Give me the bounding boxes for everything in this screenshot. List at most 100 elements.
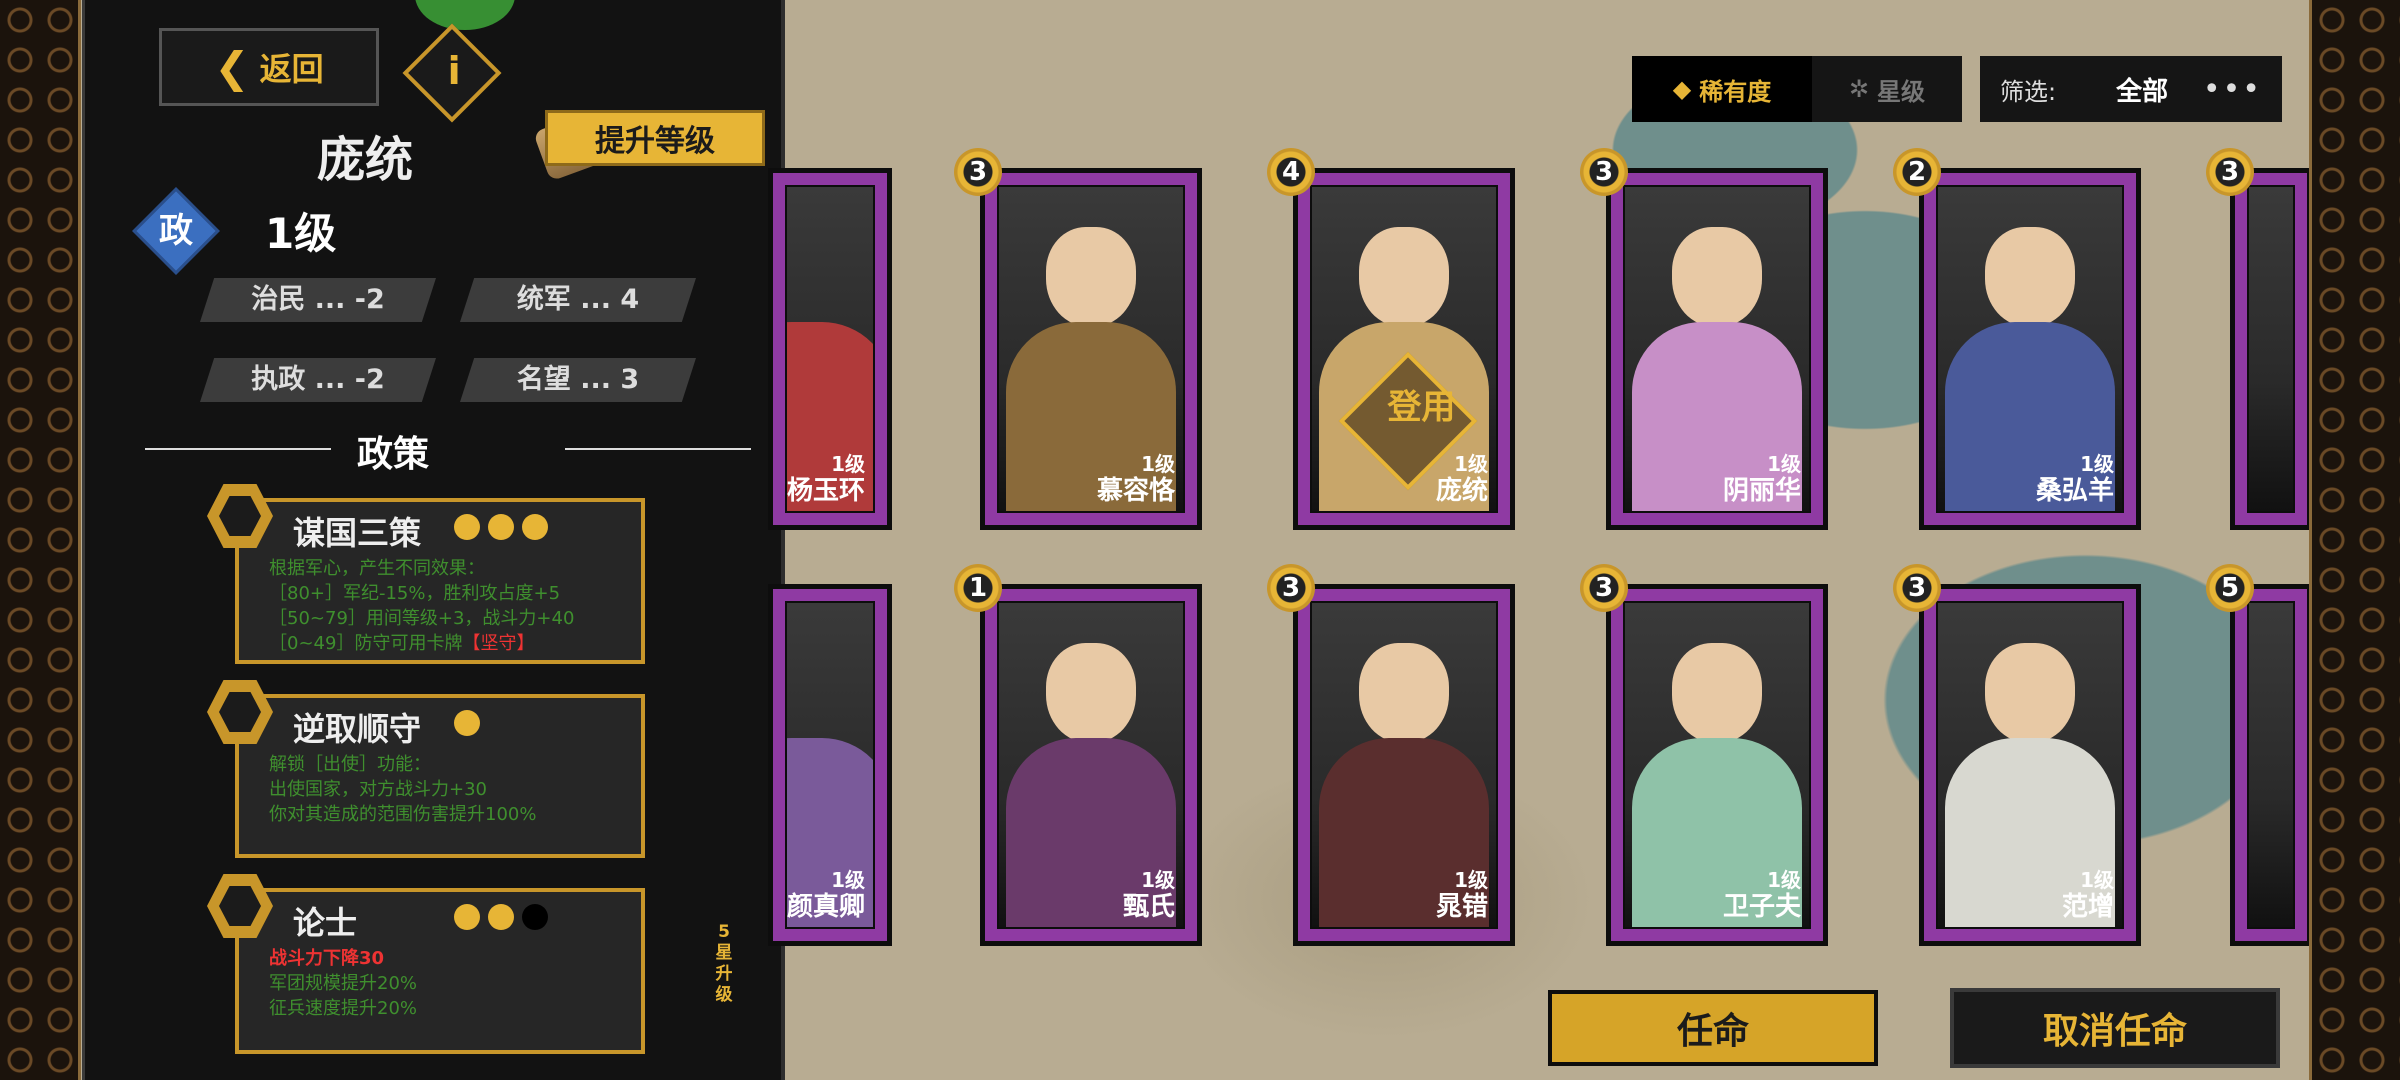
general-card[interactable]: 1级 杨玉环	[768, 168, 892, 530]
back-button[interactable]: ❮ 返回	[159, 28, 379, 106]
policy-card-niqu[interactable]: 逆取顺守 解锁［出使］功能： 出使国家，对方战斗力+30 你对其造成的范围伤害提…	[235, 694, 645, 858]
card-name: 颜真卿	[787, 892, 866, 922]
character-detail-panel: ❮ 返回 i 提升等级 庞统 政 1级 治民 ... -2 统军 ... 4 执…	[82, 0, 785, 1080]
card-portrait: 1级 杨玉环	[785, 185, 875, 513]
policy-desc: 根据军心，产生不同效果：	[269, 558, 485, 579]
stat-mingwang: 名望 ... 3	[460, 358, 696, 402]
sort-star-tab[interactable]: ✲ 星级	[1812, 56, 1962, 122]
policy-desc: 解锁［出使］功能：	[269, 754, 431, 775]
card-name: 杨玉环	[787, 476, 866, 506]
level-dot-empty-icon	[522, 904, 548, 930]
star-upgrade-note: 5星升级	[715, 922, 733, 1005]
portrait-head	[1046, 227, 1136, 327]
portrait-head	[1672, 643, 1762, 743]
role-badge-label: 政	[159, 211, 193, 251]
stat-zhimin: 治民 ... -2	[200, 278, 436, 322]
rarity-badge: 1	[954, 564, 1002, 612]
general-card[interactable]	[2230, 168, 2312, 530]
appoint-button[interactable]: 任命	[1548, 990, 1878, 1066]
more-icon: •••	[2202, 71, 2262, 107]
back-label: 返回	[259, 50, 324, 88]
filter-dropdown[interactable]: 筛选: 全部 •••	[1980, 56, 2282, 122]
portrait-head	[1046, 643, 1136, 743]
policy-desc: 出使国家，对方战斗力+30	[269, 779, 487, 800]
character-name: 庞统	[316, 132, 413, 188]
general-card[interactable]: 1级 范增	[1919, 584, 2141, 946]
rarity-badge: 2	[1893, 148, 1941, 196]
card-portrait: 1级 慕容恪	[997, 185, 1185, 513]
general-card[interactable]: 1级 阴丽华	[1606, 168, 1828, 530]
card-name: 晁错	[1435, 892, 1488, 922]
card-name: 慕容恪	[1096, 476, 1175, 506]
sort-rarity-tab[interactable]: ◆ 稀有度	[1632, 56, 1812, 122]
role-badge: 政	[132, 187, 220, 275]
general-card[interactable]: 1级 卫子夫	[1606, 584, 1828, 946]
rarity-badge: 3	[1893, 564, 1941, 612]
portrait-head	[1985, 227, 2075, 327]
card-portrait	[2247, 601, 2295, 929]
rarity-badge: 3	[954, 148, 1002, 196]
general-card[interactable]: 1级 晁错	[1293, 584, 1515, 946]
level-dot-icon	[522, 514, 548, 540]
level-dot-icon	[488, 514, 514, 540]
level-dot-icon	[454, 710, 480, 736]
rarity-badge: 5	[2206, 564, 2254, 612]
policy-desc: ［80+］军纪-15%，胜利攻占度+5	[269, 583, 561, 604]
decorative-frame-right	[2309, 0, 2400, 1080]
level-dot-icon	[488, 904, 514, 930]
info-button[interactable]: i	[402, 23, 502, 123]
policy-title: 逆取顺守	[293, 710, 422, 748]
portrait-head	[1359, 643, 1449, 743]
diamond-icon: ◆	[1672, 75, 1692, 103]
cancel-appoint-button[interactable]: 取消任命	[1950, 988, 2280, 1068]
general-card[interactable]: 登用 1级 庞统	[1293, 168, 1515, 530]
card-portrait: 1级 卫子夫	[1623, 601, 1811, 929]
stat-tongjun: 统军 ... 4	[460, 278, 696, 322]
general-card[interactable]: 1级 甄氏	[980, 584, 1202, 946]
star-icon: ✲	[1848, 75, 1870, 103]
sort-star-label: 星级	[1877, 77, 1926, 106]
general-card[interactable]: 1级 慕容恪	[980, 168, 1202, 530]
card-portrait	[2247, 185, 2295, 513]
general-card[interactable]: 1级 颜真卿	[768, 584, 892, 946]
policy-card-lunshi[interactable]: 论士 战斗力下降30 军团规模提升20% 征兵速度提升20%	[235, 888, 645, 1054]
portrait-head	[1672, 227, 1762, 327]
policy-level-dots	[454, 514, 548, 540]
card-portrait: 登用 1级 庞统	[1310, 185, 1498, 513]
appoint-label: 任命	[1676, 1011, 1749, 1052]
policy-desc: ［0~49］防守可用卡牌【坚守】	[239, 631, 574, 656]
policy-section-title: 政策	[356, 434, 429, 475]
chevron-left-icon: ❮	[214, 42, 250, 92]
card-name: 桑弘羊	[2035, 476, 2114, 506]
general-card[interactable]	[2230, 584, 2312, 946]
policy-card-mouguo[interactable]: 谋国三策 根据军心，产生不同效果： ［80+］军纪-15%，胜利攻占度+5 ［5…	[235, 498, 645, 664]
policy-desc: ［50~79］用间等级+3，战斗力+40	[269, 608, 575, 629]
appointed-stamp-label: 登用	[1387, 387, 1456, 428]
rarity-badge: 3	[1580, 564, 1628, 612]
level-dot-icon	[454, 514, 480, 540]
card-portrait: 1级 桑弘羊	[1936, 185, 2124, 513]
card-portrait: 1级 范增	[1936, 601, 2124, 929]
policy-penalty: 战斗力下降30	[269, 948, 385, 969]
card-portrait: 1级 阴丽华	[1623, 185, 1811, 513]
policy-desc: 征兵速度提升20%	[269, 998, 418, 1019]
card-name: 甄氏	[1122, 892, 1175, 922]
rarity-badge: 3	[1267, 564, 1315, 612]
card-name: 庞统	[1435, 476, 1488, 506]
filter-value: 全部	[2116, 76, 2169, 107]
stat-zhizheng: 执政 ... -2	[200, 358, 436, 402]
policy-level-dots	[454, 710, 480, 736]
sort-toggle: ◆ 稀有度 ✲ 星级	[1632, 56, 1962, 122]
card-name: 阴丽华	[1722, 476, 1801, 506]
card-portrait: 1级 甄氏	[997, 601, 1185, 929]
card-name: 卫子夫	[1722, 892, 1801, 922]
card-name: 范增	[2061, 892, 2114, 922]
role-level: 1级	[265, 209, 337, 258]
portrait-head	[1985, 643, 2075, 743]
sort-rarity-label: 稀有度	[1699, 77, 1772, 106]
general-card[interactable]: 1级 桑弘羊	[1919, 168, 2141, 530]
currency-badge	[415, 0, 515, 30]
level-dot-icon	[454, 904, 480, 930]
policy-desc-text: ［0~49］防守可用卡牌	[269, 633, 463, 654]
info-icon: i	[447, 48, 461, 93]
